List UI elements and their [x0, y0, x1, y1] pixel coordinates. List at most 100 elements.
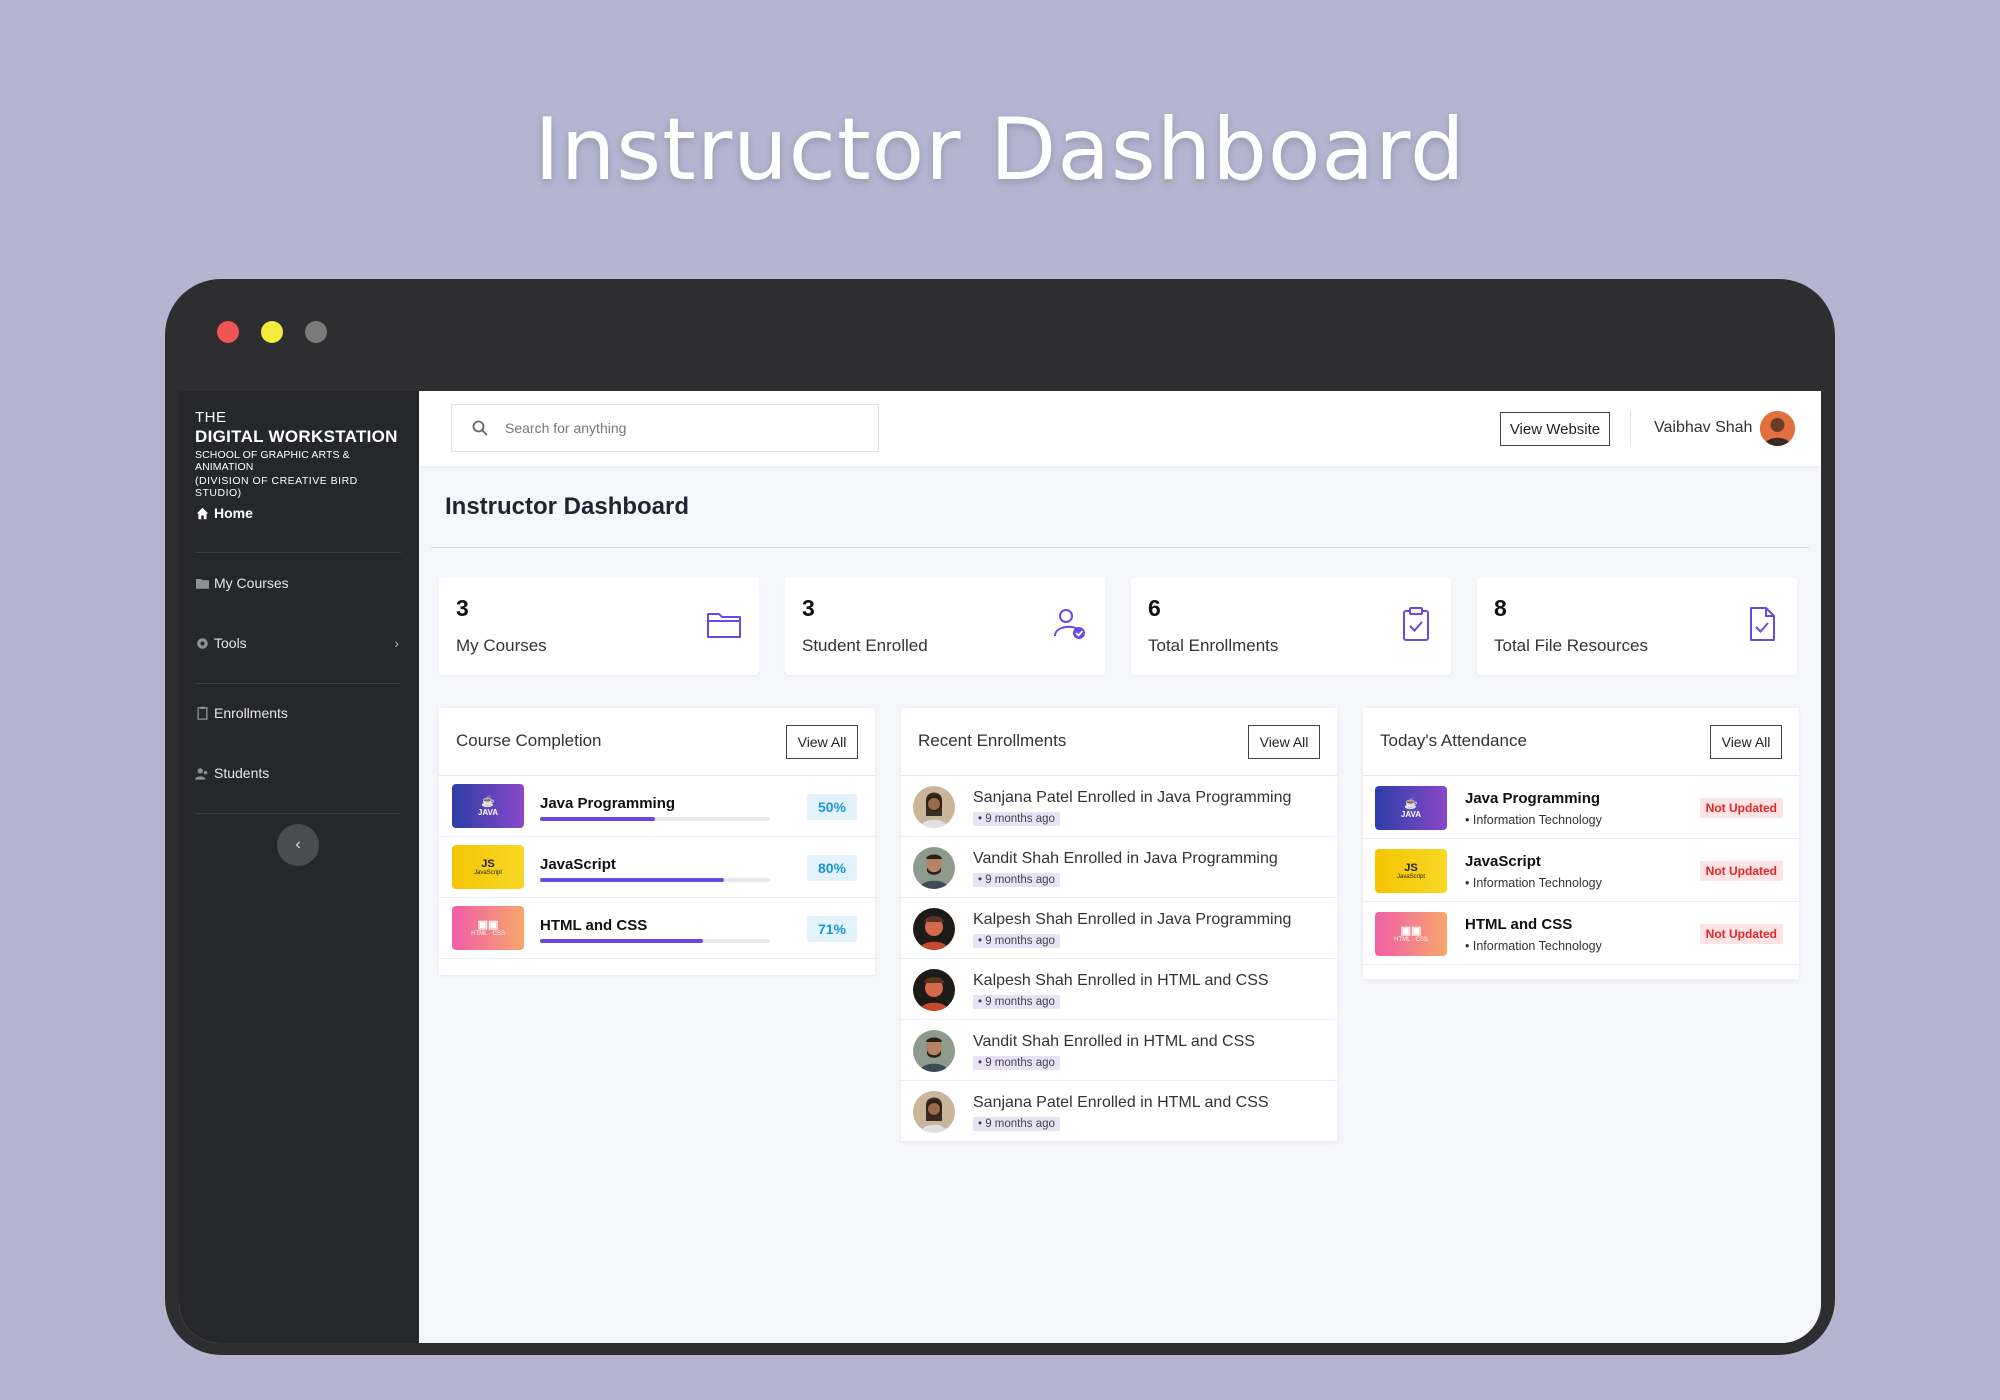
search-input[interactable]	[505, 420, 865, 436]
avatar	[913, 786, 955, 828]
course-thumbnail: JS JavaScript	[1375, 849, 1447, 893]
folder-icon	[707, 613, 741, 638]
topbar-divider	[1630, 411, 1631, 447]
stat-card-total-enrollments[interactable]: 6 Total Enrollments	[1131, 577, 1451, 675]
sidebar-item-my-courses[interactable]: My Courses	[195, 571, 401, 595]
stat-value: 6	[1148, 595, 1161, 621]
avatar	[913, 969, 955, 1011]
main-content: View Website Vaibhav Shah Instructor Das…	[419, 391, 1821, 1343]
sidebar-item-enrollments[interactable]: Enrollments	[195, 701, 401, 725]
users-icon	[195, 766, 209, 780]
course-completion-panel: Course Completion View All ☕ JAVA Java P…	[439, 708, 875, 975]
list-item[interactable]: ☕ JAVA Java Programming 50%	[439, 776, 875, 837]
search-icon	[472, 420, 488, 436]
list-item[interactable]: JS JavaScript JavaScript • Information T…	[1363, 839, 1799, 902]
list-item[interactable]: Kalpesh Shah Enrolled in Java Programmin…	[901, 898, 1337, 959]
clipboard-check-icon	[1403, 607, 1429, 641]
status-badge: Not Updated	[1699, 861, 1783, 881]
todays-attendance-panel: Today's Attendance View All ☕ JAVA Java …	[1363, 708, 1799, 979]
stat-card-total-file-resources[interactable]: 8 Total File Resources	[1477, 577, 1797, 675]
sidebar: THE DIGITAL WORKSTATION SCHOOL OF GRAPHI…	[179, 391, 419, 1343]
progress-bar	[540, 817, 770, 821]
brand-logo[interactable]: THE DIGITAL WORKSTATION SCHOOL OF GRAPHI…	[195, 409, 405, 499]
avatar	[913, 1091, 955, 1133]
enrollment-text: Kalpesh Shah Enrolled in Java Programmin…	[973, 911, 1292, 928]
list-item[interactable]: Vandit Shah Enrolled in Java Programming…	[901, 837, 1337, 898]
list-item[interactable]: ▣▣ HTML · CSS HTML and CSS 71%	[439, 898, 875, 959]
view-all-button[interactable]: View All	[786, 725, 858, 759]
percent-badge: 80%	[807, 855, 857, 881]
thumb-label: JAVA	[1400, 809, 1422, 819]
sidebar-item-label: Enrollments	[214, 705, 288, 721]
file-check-icon	[1750, 607, 1775, 641]
course-thumbnail: ☕ JAVA	[452, 784, 524, 828]
window-minimize-dot[interactable]	[261, 321, 283, 343]
course-name: HTML and CSS	[540, 917, 648, 934]
timestamp-badge: • 9 months ago	[973, 1117, 1060, 1131]
status-badge: Not Updated	[1699, 924, 1783, 944]
app-screen: THE DIGITAL WORKSTATION SCHOOL OF GRAPHI…	[179, 391, 1821, 1343]
sidebar-item-label: Home	[214, 505, 253, 521]
js-icon: JS	[1404, 862, 1418, 874]
list-item[interactable]: Sanjana Patel Enrolled in HTML and CSS •…	[901, 1081, 1337, 1142]
stat-card-student-enrolled[interactable]: 3 Student Enrolled	[785, 577, 1105, 675]
list-item[interactable]: ▣▣ HTML · CSS HTML and CSS • Information…	[1363, 902, 1799, 965]
list-item[interactable]: JS JavaScript JavaScript 80%	[439, 837, 875, 898]
list-item[interactable]: Vandit Shah Enrolled in HTML and CSS • 9…	[901, 1020, 1337, 1081]
stat-value: 8	[1494, 595, 1507, 621]
html-css-icon: ▣▣	[1400, 925, 1422, 937]
user-avatar[interactable]	[1760, 411, 1795, 446]
hero-title: Instructor Dashboard	[534, 100, 1466, 200]
course-thumbnail: ☕ JAVA	[1375, 786, 1447, 830]
page-title: Instructor Dashboard	[445, 493, 690, 520]
nav-divider	[195, 683, 401, 684]
window-maximize-dot[interactable]	[305, 321, 327, 343]
view-all-button[interactable]: View All	[1248, 725, 1320, 759]
stat-label: Total Enrollments	[1148, 636, 1279, 655]
home-icon	[195, 506, 209, 520]
list-item[interactable]: Kalpesh Shah Enrolled in HTML and CSS • …	[901, 959, 1337, 1020]
user-name[interactable]: Vaibhav Shah	[1654, 419, 1752, 437]
course-name: JavaScript	[1465, 853, 1541, 870]
stat-value: 3	[456, 595, 469, 621]
course-name: Java Programming	[1465, 790, 1601, 807]
search-box[interactable]	[451, 404, 879, 452]
stat-value: 3	[802, 595, 815, 621]
list-item[interactable]: ☕ JAVA Java Programming • Information Te…	[1363, 776, 1799, 839]
enrollment-text: Sanjana Patel Enrolled in HTML and CSS	[973, 1094, 1269, 1111]
stat-label: Total File Resources	[1494, 636, 1649, 655]
view-website-button[interactable]: View Website	[1500, 412, 1610, 446]
enrollment-text: Kalpesh Shah Enrolled in HTML and CSS	[973, 972, 1269, 989]
folder-icon	[195, 576, 209, 590]
sidebar-item-label: Students	[214, 765, 270, 781]
panel-title: Course Completion	[456, 731, 602, 750]
nav-divider	[195, 552, 401, 553]
sidebar-item-home[interactable]: Home	[195, 501, 401, 525]
panel-title: Recent Enrollments	[918, 731, 1067, 750]
sidebar-item-students[interactable]: Students	[195, 761, 401, 785]
user-check-icon	[1054, 609, 1085, 639]
view-all-button[interactable]: View All	[1710, 725, 1782, 759]
enrollment-text: Vandit Shah Enrolled in HTML and CSS	[973, 1033, 1255, 1050]
brand-the: THE	[195, 409, 227, 426]
panel-header: Today's Attendance View All	[1363, 708, 1799, 776]
sidebar-item-tools[interactable]: Tools ›	[195, 631, 401, 655]
avatar	[913, 908, 955, 950]
window-close-dot[interactable]	[217, 321, 239, 343]
avatar	[913, 1030, 955, 1072]
thumb-label: JavaScript	[1396, 874, 1425, 880]
stat-card-my-courses[interactable]: 3 My Courses	[439, 577, 759, 675]
course-name: Java Programming	[540, 795, 676, 812]
timestamp-badge: • 9 months ago	[973, 995, 1060, 1009]
progress-bar	[540, 878, 770, 882]
sidebar-collapse-button[interactable]: ‹	[277, 824, 319, 866]
progress-fill	[540, 878, 724, 882]
stat-label: My Courses	[456, 636, 547, 655]
enrollment-text: Sanjana Patel Enrolled in Java Programmi…	[973, 789, 1292, 806]
thumb-label: HTML · CSS	[1394, 937, 1428, 943]
avatar	[913, 847, 955, 889]
panel-footer-space	[1363, 965, 1799, 979]
recent-enrollments-panel: Recent Enrollments View All Sanjana Pate…	[901, 708, 1337, 1142]
list-item[interactable]: Sanjana Patel Enrolled in Java Programmi…	[901, 776, 1337, 837]
course-thumbnail: ▣▣ HTML · CSS	[452, 906, 524, 950]
